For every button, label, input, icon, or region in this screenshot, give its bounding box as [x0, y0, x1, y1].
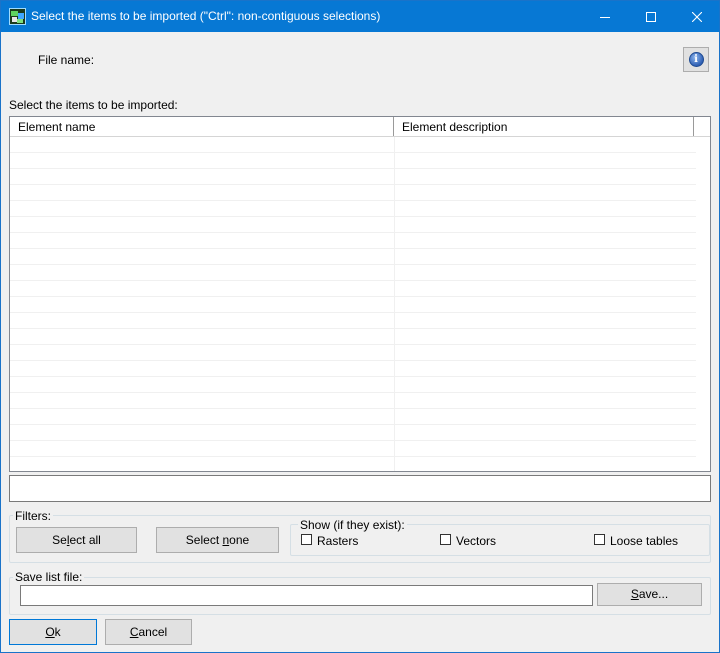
- loose-tables-checkbox[interactable]: [594, 534, 605, 545]
- list-body[interactable]: [10, 137, 696, 471]
- list-row[interactable]: [10, 377, 696, 393]
- rasters-checkbox[interactable]: [301, 534, 312, 545]
- show-title: Show (if they exist):: [298, 518, 407, 532]
- list-row[interactable]: [10, 169, 696, 185]
- list-row[interactable]: [10, 265, 696, 281]
- list-row[interactable]: [10, 393, 696, 409]
- column-header-element-name[interactable]: Element name: [10, 117, 394, 136]
- loose-tables-label[interactable]: Loose tables: [610, 534, 678, 548]
- save-button[interactable]: Save...: [597, 583, 702, 606]
- list-row[interactable]: [10, 217, 696, 233]
- vectors-label[interactable]: Vectors: [456, 534, 496, 548]
- list-row[interactable]: [10, 153, 696, 169]
- title-bar[interactable]: Select the items to be imported ("Ctrl":…: [1, 1, 719, 32]
- window-title: Select the items to be imported ("Ctrl":…: [31, 9, 381, 23]
- list-label: Select the items to be imported:: [9, 98, 178, 112]
- minimize-icon: [600, 16, 610, 18]
- list-row[interactable]: [10, 441, 696, 457]
- minimize-button[interactable]: [582, 1, 628, 32]
- close-icon: [692, 11, 702, 22]
- map-app-icon: [9, 8, 26, 25]
- maximize-icon: [646, 11, 656, 22]
- list-row[interactable]: [10, 233, 696, 249]
- list-row[interactable]: [10, 409, 696, 425]
- list-row[interactable]: [10, 297, 696, 313]
- list-row[interactable]: [10, 313, 696, 329]
- list-row[interactable]: [10, 361, 696, 377]
- list-row[interactable]: [10, 201, 696, 217]
- cancel-button[interactable]: Cancel: [105, 619, 192, 645]
- list-header: Element name Element description: [10, 117, 710, 137]
- list-row[interactable]: [10, 425, 696, 441]
- file-name-label: File name:: [38, 53, 95, 67]
- list-row[interactable]: [10, 137, 696, 153]
- info-button[interactable]: i: [683, 47, 709, 72]
- import-dialog: Select the items to be imported ("Ctrl":…: [0, 0, 720, 653]
- save-list-path-input[interactable]: [20, 585, 593, 606]
- list-row[interactable]: [10, 329, 696, 345]
- save-list-title: Save list file:: [13, 570, 85, 584]
- rasters-label[interactable]: Rasters: [317, 534, 358, 548]
- select-none-button[interactable]: Select none: [156, 527, 279, 553]
- column-header-element-description[interactable]: Element description: [394, 117, 694, 136]
- list-row[interactable]: [10, 281, 696, 297]
- maximize-button[interactable]: [628, 1, 674, 32]
- filters-title: Filters:: [13, 509, 53, 523]
- items-list[interactable]: Element name Element description: [9, 116, 711, 472]
- list-row[interactable]: [10, 345, 696, 361]
- status-box: [9, 475, 711, 502]
- info-icon: i: [688, 52, 704, 67]
- vectors-checkbox[interactable]: [440, 534, 451, 545]
- close-button[interactable]: [674, 1, 719, 32]
- select-all-button[interactable]: Select all: [16, 527, 137, 553]
- list-row[interactable]: [10, 249, 696, 265]
- list-row[interactable]: [10, 185, 696, 201]
- ok-button[interactable]: Ok: [9, 619, 97, 645]
